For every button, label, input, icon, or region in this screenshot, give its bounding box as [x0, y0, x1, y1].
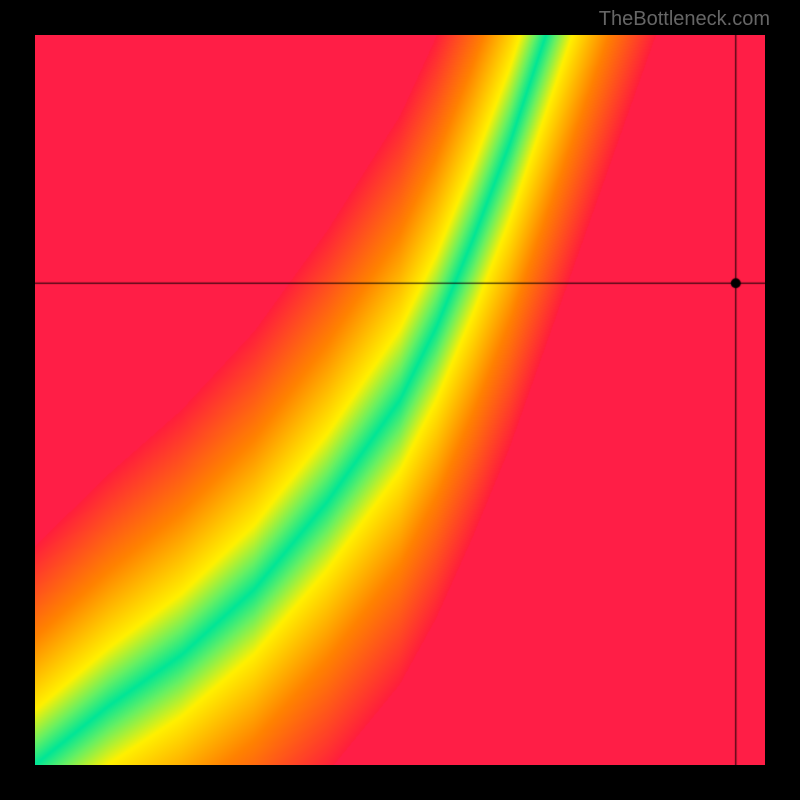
heatmap-chart — [35, 35, 765, 765]
watermark-text: TheBottleneck.com — [599, 8, 770, 31]
heatmap-canvas — [35, 35, 765, 765]
